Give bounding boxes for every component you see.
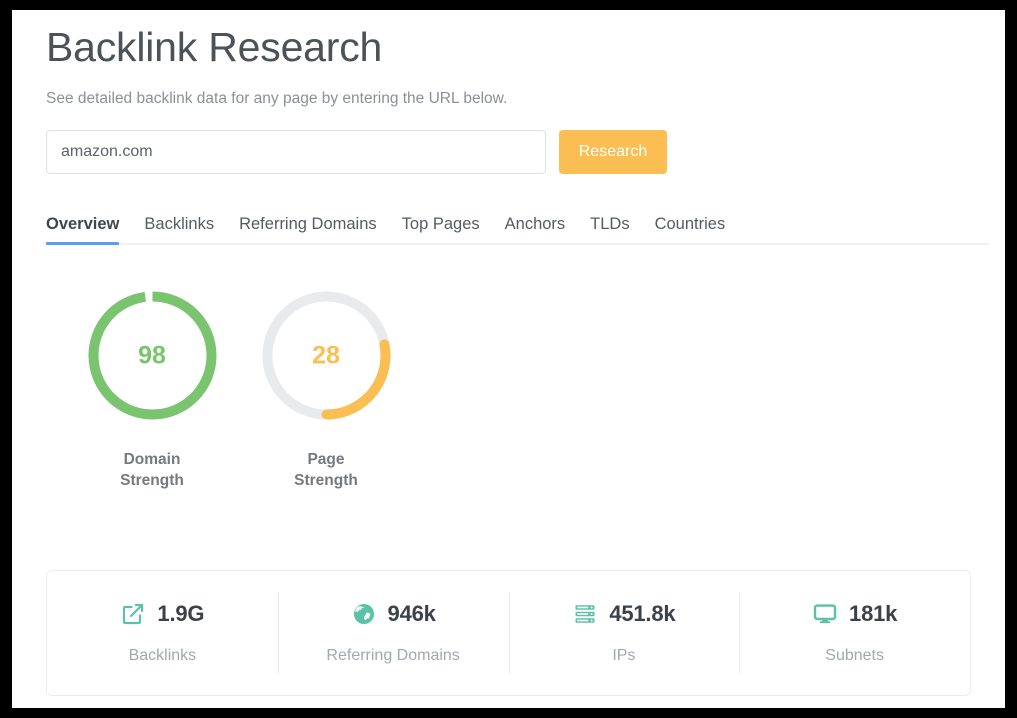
stat-ips-top: 451.8k [509, 599, 740, 629]
stat-ips-label: IPs [612, 647, 636, 664]
stat-referring-domains-label: Referring Domains [326, 647, 460, 664]
page-strength-ring: 28 [260, 289, 393, 422]
page-card: Backlink Research See detailed backlink … [12, 10, 1005, 708]
page-strength-label-line1: Page [307, 451, 345, 469]
stat-subnets-top: 181k [739, 599, 970, 629]
tab-bar: Overview Backlinks Referring Domains Top… [46, 209, 989, 246]
url-search-input[interactable] [46, 130, 546, 175]
stats-card: 1.9G Backlinks 946k Referring Domains 45… [46, 570, 971, 696]
page-strength-label: Page Strength [239, 450, 413, 492]
screen: Backlink Research See detailed backlink … [0, 0, 1017, 718]
stat-referring-domains-top: 946k [278, 599, 509, 629]
stat-ips-value: 451.8k [609, 601, 676, 626]
page-strength-value: 28 [312, 341, 340, 370]
tab-anchors[interactable]: Anchors [505, 215, 566, 243]
stat-subnets-label: Subnets [825, 647, 884, 664]
tab-countries[interactable]: Countries [655, 215, 726, 243]
tab-overview[interactable]: Overview [46, 215, 120, 246]
stat-backlinks-value: 1.9G [157, 601, 205, 626]
globe-icon [351, 601, 377, 627]
page-title: Backlink Research [46, 24, 383, 70]
domain-strength-ring: 98 [86, 289, 219, 422]
domain-strength-value: 98 [138, 341, 166, 370]
gauge-row: 98 Domain Strength 28 Page Strength [46, 289, 989, 492]
stat-referring-domains-value: 946k [387, 601, 436, 626]
stat-subnets-value: 181k [849, 601, 898, 626]
gauge-page-strength: 28 Page Strength [239, 289, 413, 492]
tab-referring-domains[interactable]: Referring Domains [239, 215, 377, 243]
tab-tlds[interactable]: TLDs [590, 215, 629, 243]
stat-backlinks-label: Backlinks [128, 647, 197, 664]
gauge-domain-strength: 98 Domain Strength [65, 289, 239, 492]
external-link-icon [120, 601, 146, 627]
domain-strength-label: Domain Strength [65, 450, 239, 492]
domain-strength-label-line2: Strength [120, 472, 184, 490]
stat-ips: 451.8k IPs [508, 592, 740, 674]
stat-backlinks-top: 1.9G [47, 599, 278, 629]
page-strength-label-line2: Strength [294, 472, 358, 490]
research-button[interactable]: Research [559, 130, 667, 175]
tab-top-pages[interactable]: Top Pages [402, 215, 480, 243]
search-row: Research [46, 130, 989, 175]
tab-backlinks[interactable]: Backlinks [144, 215, 214, 243]
domain-strength-label-line1: Domain [123, 451, 181, 469]
stat-referring-domains: 946k Referring Domains [277, 592, 509, 674]
monitor-icon [812, 601, 838, 627]
server-icon [572, 601, 598, 627]
page-content: Backlink Research See detailed backlink … [46, 24, 989, 492]
stat-subnets: 181k Subnets [739, 592, 970, 674]
page-subtitle: See detailed backlink data for any page … [46, 90, 508, 108]
stat-backlinks: 1.9G Backlinks [47, 599, 278, 665]
